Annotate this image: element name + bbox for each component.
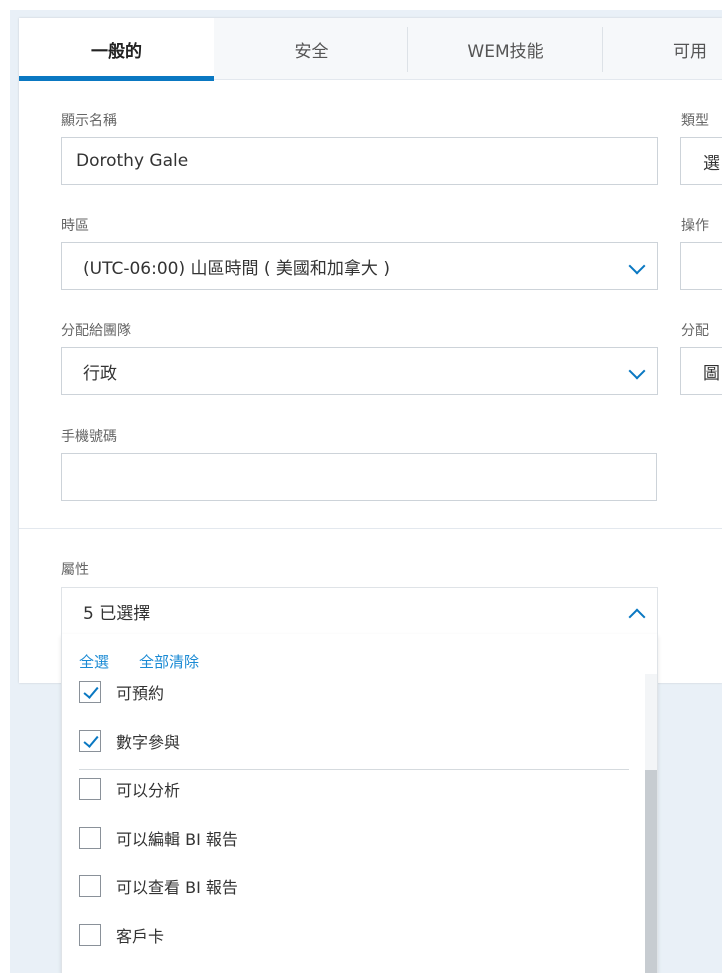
tab-wem-skills[interactable]: WEM技能 (408, 18, 603, 80)
timezone-select[interactable]: (UTC-06:00) 山區時間 ( 美國和加拿大 ) (61, 242, 658, 290)
attributes-dropdown: 全選 全部清除 可預約 數字參與 可以分析 可以編輯 BI 報告 可以查看 BI… (61, 634, 658, 973)
checkbox-checked[interactable] (79, 730, 101, 752)
checkbox[interactable] (79, 827, 101, 849)
attributes-select[interactable]: 5 已選擇 (61, 587, 658, 635)
checkbox-checked[interactable] (79, 681, 101, 703)
assign-label: 分配 (681, 323, 709, 339)
attributes-label: 屬性 (61, 562, 89, 578)
option-edit-bi-reports[interactable]: 可以編輯 BI 報告 (79, 826, 238, 850)
option-label: 數字參與 (116, 733, 181, 752)
option-label: 可以編輯 BI 報告 (116, 830, 238, 849)
option-customer-card[interactable]: 客戶卡 (79, 923, 164, 947)
display-name-input[interactable]: Dorothy Gale (61, 137, 658, 185)
scrollbar[interactable] (645, 674, 657, 973)
type-label: 類型 (681, 113, 709, 129)
mobile-label: 手機號碼 (61, 429, 117, 445)
tab-security[interactable]: 安全 (214, 18, 409, 80)
mobile-input[interactable] (61, 453, 657, 501)
tab-availability[interactable]: 可用 (603, 18, 722, 80)
checkbox[interactable] (79, 924, 101, 946)
option-label: 可預約 (116, 684, 165, 703)
operation-input[interactable] (680, 242, 722, 290)
assign-select[interactable]: 圖 (680, 347, 722, 395)
option-view-bi-reports[interactable]: 可以查看 BI 報告 (79, 874, 238, 898)
option-label: 客戶卡 (116, 927, 165, 946)
team-label: 分配給團隊 (61, 323, 131, 339)
user-settings-card: 一般的 安全 WEM技能 可用 顯示名稱 Dorothy Gale 時區 (UT… (19, 18, 722, 683)
select-all-link[interactable]: 全選 (79, 651, 109, 672)
operation-label: 操作 (681, 218, 709, 234)
clear-all-link[interactable]: 全部清除 (139, 651, 199, 672)
tab-bar: 一般的 安全 WEM技能 可用 (19, 18, 722, 81)
option-digital-engagement[interactable]: 數字參與 (79, 729, 180, 753)
display-name-label: 顯示名稱 (61, 113, 117, 129)
option-label: 可以查看 BI 報告 (116, 878, 238, 897)
timezone-label: 時區 (61, 218, 89, 234)
option-label: 可以分析 (116, 781, 181, 800)
attributes-value: 5 已選擇 (83, 603, 151, 624)
option-bookable[interactable]: 可預約 (79, 680, 164, 704)
team-value: 行政 (83, 363, 117, 384)
chevron-down-icon (628, 362, 646, 380)
option-can-analyze[interactable]: 可以分析 (79, 777, 180, 801)
timezone-value: (UTC-06:00) 山區時間 ( 美國和加拿大 ) (83, 258, 390, 279)
type-select[interactable]: 選 (680, 137, 722, 185)
checkbox[interactable] (79, 778, 101, 800)
checkbox[interactable] (79, 875, 101, 897)
tab-general[interactable]: 一般的 (19, 18, 214, 81)
chevron-up-icon (628, 608, 646, 626)
chevron-down-icon (628, 257, 646, 275)
section-divider (19, 528, 722, 529)
scrollbar-thumb[interactable] (645, 770, 657, 973)
options-divider (79, 769, 629, 770)
team-select[interactable]: 行政 (61, 347, 658, 395)
